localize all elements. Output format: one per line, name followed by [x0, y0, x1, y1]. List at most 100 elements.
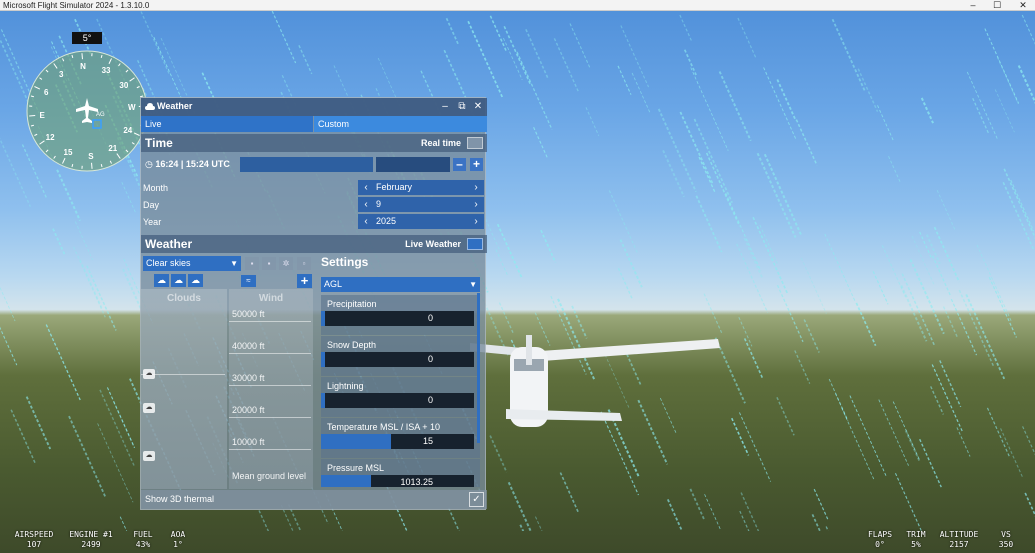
- rain-streak: [619, 239, 643, 288]
- preset-settings-icon[interactable]: ✲: [279, 257, 293, 270]
- time-plus-button[interactable]: +: [470, 158, 483, 171]
- rain-streak: [631, 72, 651, 114]
- live-weather-toggle[interactable]: [467, 238, 483, 250]
- compass-rose: N 33 30 W 24 21 S 15 12 E 6 3 AG: [26, 50, 148, 172]
- rain-streak: [894, 472, 923, 531]
- settings-title: Settings: [321, 255, 369, 269]
- rain-streak: [617, 65, 632, 95]
- rain-streak: [756, 152, 797, 238]
- delete-preset-icon[interactable]: ▫: [297, 257, 311, 270]
- month-prev-button[interactable]: ‹: [360, 180, 372, 195]
- rain-streak: [736, 243, 769, 313]
- rain-streak: [931, 255, 951, 296]
- snow-depth-slider[interactable]: 0: [321, 352, 474, 367]
- clouds-column[interactable]: Clouds ☁ ☁ ☁: [141, 289, 227, 489]
- cloud-layer-2-icon[interactable]: ☁: [171, 274, 186, 287]
- rain-streak: [930, 386, 944, 415]
- weather-section-header: Weather Live Weather: [141, 235, 487, 253]
- day-stepper[interactable]: ‹ 9 ›: [358, 197, 484, 212]
- setting-pressure: Pressure MSL 1013.25: [321, 459, 480, 487]
- hud-label: TRIM: [906, 530, 926, 539]
- hud-label: FUEL: [133, 530, 153, 539]
- rain-streak: [571, 305, 588, 339]
- time-minus-button[interactable]: –: [453, 158, 466, 171]
- realtime-toggle[interactable]: [467, 137, 483, 149]
- time-of-day-slider[interactable]: [240, 157, 373, 172]
- precipitation-slider[interactable]: 0: [321, 311, 474, 326]
- tab-live[interactable]: Live: [141, 116, 313, 132]
- compass-mark: 3: [59, 70, 64, 79]
- year-stepper[interactable]: ‹ 2025 ›: [358, 214, 484, 229]
- year-next-button[interactable]: ›: [470, 214, 482, 229]
- rain-streak: [994, 89, 1015, 133]
- rain-streak: [1002, 182, 1035, 250]
- altitude-label: 50000 ft: [232, 309, 265, 319]
- rain-streak: [933, 226, 961, 283]
- time-scale-bar[interactable]: [376, 157, 450, 172]
- rain-streak: [740, 492, 760, 531]
- altitude-line: [229, 449, 311, 450]
- settings-scrollbar[interactable]: [477, 293, 480, 443]
- time-section-header: Time Real time: [141, 134, 487, 152]
- lightning-slider[interactable]: 0: [321, 393, 474, 408]
- cloud-layer-handle-icon[interactable]: ☁: [143, 369, 155, 379]
- wind-layer-icon[interactable]: ≈: [241, 275, 256, 287]
- rain-streak: [1021, 14, 1035, 45]
- weather-preset-select[interactable]: Clear skies ▼: [143, 256, 241, 271]
- minimize-button[interactable]: –: [966, 0, 980, 11]
- tab-custom[interactable]: Custom: [314, 116, 487, 132]
- chevron-down-icon: ▼: [230, 259, 238, 268]
- setting-value: 1013.25: [400, 477, 433, 487]
- rain-streak: [996, 57, 1019, 104]
- year-label: Year: [143, 217, 162, 227]
- temperature-slider[interactable]: 15: [321, 434, 474, 449]
- thermal-checkbox[interactable]: ✓: [469, 492, 484, 507]
- pressure-slider[interactable]: 1013.25: [321, 475, 474, 487]
- cloud-layer-1-icon[interactable]: ☁: [154, 274, 169, 287]
- cloud-layer-handle-icon[interactable]: ☁: [143, 451, 155, 461]
- copy-preset-icon[interactable]: ▪: [262, 257, 276, 270]
- rain-streak: [56, 169, 81, 222]
- year-prev-button[interactable]: ‹: [360, 214, 372, 229]
- rain-streak: [620, 25, 650, 88]
- cloud-layer-handle-icon[interactable]: ☁: [143, 403, 155, 413]
- day-next-button[interactable]: ›: [470, 197, 482, 212]
- rain-streak: [892, 401, 921, 461]
- weather-panel-title: Weather: [157, 101, 193, 111]
- rain-streak: [795, 119, 818, 166]
- rain-streak: [657, 108, 697, 193]
- settings-list: Precipitation 0 Snow Depth 0 Lightning 0…: [321, 295, 480, 487]
- rain-streak: [800, 257, 827, 314]
- setting-value: 0: [427, 395, 433, 405]
- cloud-layer-3-icon[interactable]: ☁: [188, 274, 203, 287]
- panel-close-button[interactable]: ✕: [472, 101, 484, 113]
- rain-streak: [585, 107, 600, 136]
- setting-lightning: Lightning 0: [321, 377, 480, 417]
- month-next-button[interactable]: ›: [470, 180, 482, 195]
- maximize-button[interactable]: ☐: [990, 0, 1004, 11]
- save-preset-icon[interactable]: ▪: [245, 257, 259, 270]
- setting-label: Temperature MSL / ISA + 10: [327, 422, 440, 432]
- panel-popout-button[interactable]: ⧉: [456, 101, 468, 113]
- thermal-label: Show 3D thermal: [145, 494, 215, 504]
- hud-engine: ENGINE #1 2499: [66, 530, 116, 550]
- panel-minimize-button[interactable]: –: [439, 101, 451, 113]
- rain-streak: [718, 71, 752, 142]
- altitude-reference-select[interactable]: AGL ▼: [321, 277, 480, 292]
- wind-column[interactable]: Wind 50000 ft 40000 ft 30000 ft 20000 ft…: [229, 289, 313, 489]
- month-stepper[interactable]: ‹ February ›: [358, 180, 484, 195]
- compass-mark: N: [80, 62, 86, 71]
- rain-streak: [763, 67, 797, 140]
- compass-mark: W: [128, 103, 136, 112]
- weather-section-title: Weather: [145, 237, 193, 251]
- hud-label: FLAPS: [867, 530, 893, 539]
- rain-streak: [698, 156, 716, 193]
- day-prev-button[interactable]: ‹: [360, 197, 372, 212]
- add-layer-button[interactable]: +: [297, 274, 312, 288]
- compass-tick: [29, 115, 36, 117]
- close-button[interactable]: ✕: [1016, 0, 1030, 11]
- rain-streak: [666, 498, 683, 531]
- rain-streak: [1024, 492, 1035, 517]
- time-title: Time: [145, 136, 173, 150]
- weather-panel-header[interactable]: Weather – ⧉ ✕: [141, 98, 487, 116]
